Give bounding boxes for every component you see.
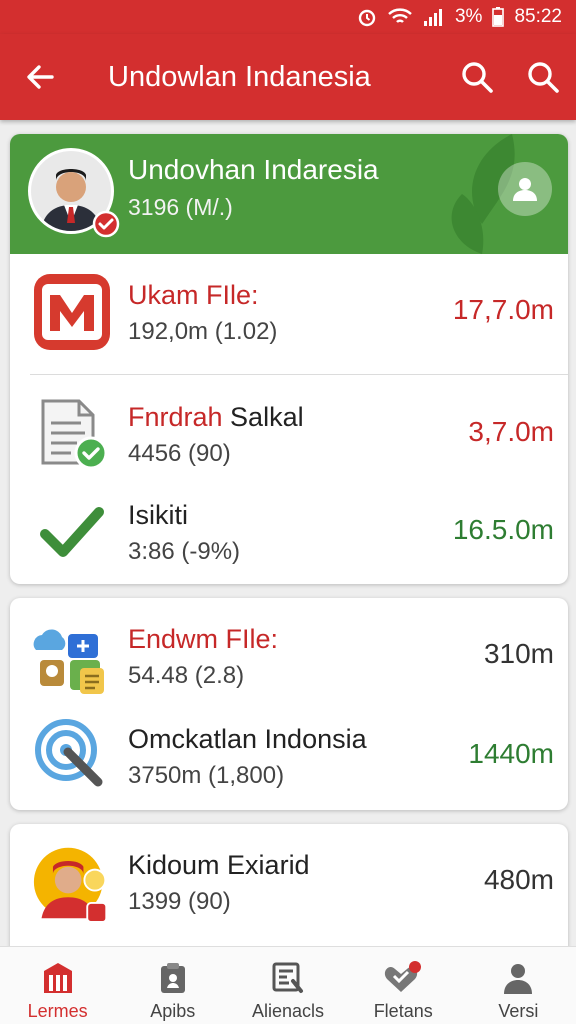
item-name: Endwm FIle: xyxy=(128,624,279,654)
nav-label: Fletans xyxy=(373,1001,433,1021)
list-item[interactable]: Fnrdrah Salkal 4456 (90) 3,7.0m xyxy=(10,376,568,488)
checkmark-icon xyxy=(32,492,112,572)
item-subtext: 3:86 (-9%) xyxy=(128,538,241,565)
item-name: Fnrdrah Salkal xyxy=(128,402,304,432)
profile-name: Undovhan Indaresia xyxy=(128,154,379,185)
radar-search-icon xyxy=(32,716,112,796)
item-name: Ukam FIle: xyxy=(128,280,259,310)
nav-item-alienacls[interactable]: Alienacls xyxy=(230,947,345,1024)
heart-notification-icon xyxy=(385,961,422,992)
alarm-icon xyxy=(358,9,376,27)
nav-label: Alienacls xyxy=(251,1001,325,1021)
status-bar: 3% 85:22 xyxy=(0,0,576,34)
divider xyxy=(30,374,568,375)
page-title: Undowlan Indanesia xyxy=(108,60,371,93)
item-subtext: 54.48 (2.8) xyxy=(128,662,245,689)
search-button-secondary[interactable] xyxy=(510,34,576,120)
battery-icon xyxy=(492,7,505,27)
profile-user-button[interactable] xyxy=(498,162,552,216)
list-item[interactable]: Endwm FIle: 54.48 (2.8) 310m xyxy=(10,598,568,710)
item-value: 3,7.0m xyxy=(468,416,554,447)
search-icon xyxy=(462,62,493,93)
search-button[interactable] xyxy=(444,34,510,120)
wifi-icon xyxy=(388,8,412,23)
signal-icon xyxy=(423,9,442,26)
item-subtext: 1399 (90) xyxy=(128,888,231,915)
item-value: 480m xyxy=(483,864,554,895)
building-icon xyxy=(43,963,72,993)
list-item[interactable]: Isikiti 3:86 (-9%) 16.5.0m xyxy=(10,474,568,584)
nav-label: Apibs xyxy=(150,1001,196,1021)
person-avatar-icon xyxy=(32,842,112,923)
item-name: Isikiti xyxy=(128,500,188,530)
document-check-icon xyxy=(32,394,112,474)
item-name: Omckatlan Indonsia xyxy=(128,724,367,754)
nav-item-versi[interactable]: Versi xyxy=(461,947,576,1024)
arrow-left-icon xyxy=(27,65,54,89)
nav-label: Versi xyxy=(498,1001,539,1021)
list-item[interactable]: Kidoum Exiarid 1399 (90) 480m xyxy=(10,824,568,936)
file-app-icon-m xyxy=(32,272,112,352)
list-item[interactable]: Ukam FIle: 192,0m (1.02) 17,7.0m xyxy=(10,254,568,366)
files-card: Endwm FIle: 54.48 (2.8) 310m Omckatlan I… xyxy=(10,598,568,810)
verified-badge-icon xyxy=(92,210,120,238)
nav-label: Lermes xyxy=(27,1001,88,1021)
battery-percent: 3% xyxy=(454,6,483,27)
nav-item-apibs[interactable]: Apibs xyxy=(115,947,230,1024)
item-subtext: 192,0m (1.02) xyxy=(128,318,278,345)
clock: 85:22 xyxy=(514,6,562,27)
person-icon xyxy=(504,964,533,994)
profile-count: 3196 (M/.) xyxy=(128,194,233,220)
user-icon xyxy=(513,178,537,201)
item-subtext: 4456 (90) xyxy=(128,440,231,467)
clipboard-icon xyxy=(160,963,185,993)
profile-header: Undovhan Indaresia 3196 (M/.) xyxy=(10,134,568,254)
app-bar: Undowlan Indanesia xyxy=(0,34,576,120)
bottom-nav: Lermes Apibs Alienacls Fletans Versi xyxy=(0,946,576,1024)
item-value: 310m xyxy=(483,638,554,669)
item-subtext: 3750m (1,800) xyxy=(128,762,285,789)
search-icon xyxy=(528,62,559,93)
back-button[interactable] xyxy=(0,34,80,120)
app-cluster-icon xyxy=(32,616,112,696)
item-value: 1440m xyxy=(468,738,554,769)
nav-item-lermes[interactable]: Lermes xyxy=(0,947,115,1024)
document-chart-icon xyxy=(272,962,303,993)
item-value: 17,7.0m xyxy=(452,294,554,325)
item-value: 16.5.0m xyxy=(452,514,554,545)
item-name: Kidoum Exiarid xyxy=(128,850,310,880)
nav-item-fletans[interactable]: Fletans xyxy=(346,947,461,1024)
list-item[interactable]: Omckatlan Indonsia 3750m (1,800) 1440m xyxy=(10,698,568,810)
summary-card: Undovhan Indaresia 3196 (M/.) Ukam FIle:… xyxy=(10,134,568,584)
